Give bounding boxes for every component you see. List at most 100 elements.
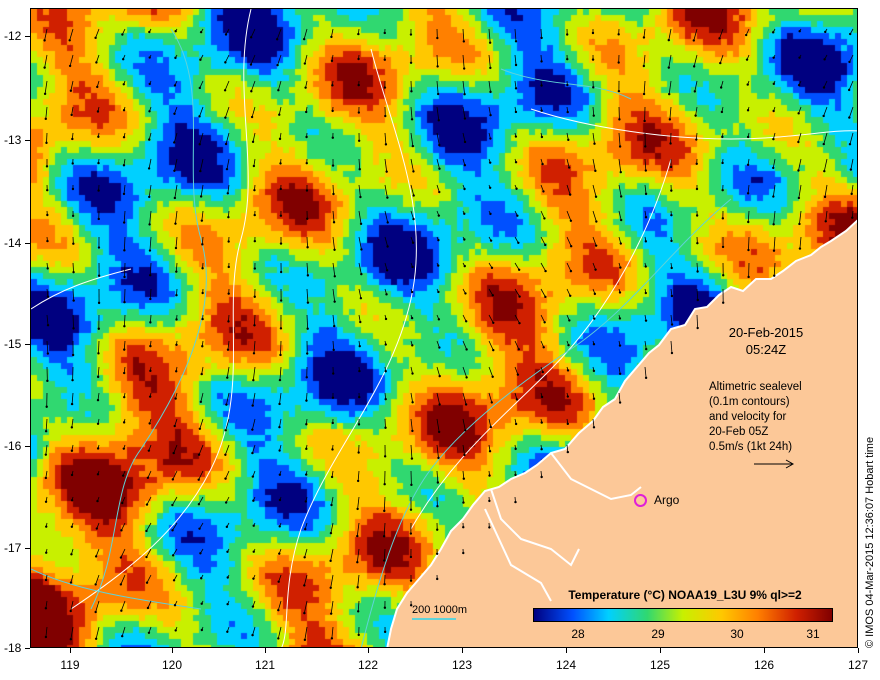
velocity-arrow-head: [437, 214, 441, 217]
velocity-arrow-head: [824, 220, 827, 223]
velocity-arrow: [436, 444, 439, 458]
velocity-arrow-head: [356, 586, 359, 589]
velocity-arrow-head: [668, 92, 671, 96]
velocity-arrow-head: [569, 219, 573, 222]
velocity-arrow-head: [848, 143, 852, 146]
velocity-arrow: [120, 600, 126, 611]
velocity-scale-arrow-icon: [754, 459, 795, 469]
velocity-arrow: [540, 314, 546, 323]
velocity-arrow-head: [175, 370, 178, 373]
velocity-arrow-head: [171, 503, 174, 507]
velocity-arrow-head: [97, 189, 100, 192]
velocity-arrow-head: [619, 242, 623, 245]
velocity-arrow-head: [591, 31, 595, 35]
velocity-arrow: [252, 444, 256, 454]
velocity-arrow: [384, 132, 387, 145]
velocity-arrow-head: [331, 136, 335, 139]
velocity-arrow-head: [721, 245, 725, 249]
velocity-arrow: [462, 132, 466, 143]
velocity-arrow: [252, 626, 256, 636]
velocity-arrow-head: [823, 169, 826, 173]
velocity-arrow-head: [224, 61, 227, 64]
velocity-arrow-head: [544, 269, 547, 273]
velocity-arrow-head: [514, 500, 517, 504]
velocity-arrow: [331, 626, 334, 639]
velocity-arrow-head: [594, 244, 598, 247]
velocity-arrow-head: [592, 114, 595, 117]
velocity-arrow-head: [517, 348, 521, 351]
velocity-arrow-head: [276, 63, 279, 67]
velocity-arrow-head: [279, 162, 282, 165]
velocity-arrow: [848, 106, 854, 118]
velocity-arrow-head: [277, 580, 280, 583]
velocity-arrow-head: [410, 316, 414, 320]
velocity-arrow-head: [198, 427, 202, 431]
velocity-arrow: [198, 496, 204, 505]
velocity-arrow-head: [823, 195, 827, 199]
velocity-arrow-head: [71, 353, 75, 357]
velocity-arrow-head: [695, 187, 699, 191]
velocity-arrow-head: [149, 297, 152, 301]
velocity-arrow: [462, 392, 467, 405]
velocity-arrow: [69, 28, 74, 41]
y-tick-label: -14: [4, 236, 22, 250]
velocity-arrow-head: [593, 292, 597, 296]
velocity-arrow: [250, 28, 256, 38]
velocity-arrow-head: [463, 212, 466, 215]
velocity-arrow: [488, 28, 491, 43]
velocity-arrow: [436, 392, 441, 405]
velocity-arrow-head: [383, 455, 387, 458]
velocity-arrow-head: [200, 628, 204, 632]
velocity-arrow-head: [148, 395, 152, 398]
velocity-arrow-head: [543, 217, 546, 220]
velocity-arrow: [330, 548, 334, 561]
velocity-arrow: [71, 392, 74, 405]
velocity-arrow-head: [94, 36, 97, 40]
velocity-arrow-head: [437, 264, 440, 267]
velocity-arrow-head: [306, 246, 309, 249]
velocity-arrow: [331, 496, 334, 506]
y-tick-mark: [25, 140, 30, 141]
velocity-arrow-head: [97, 217, 100, 221]
velocity-arrow-head: [356, 507, 359, 511]
velocity-arrow-head: [489, 66, 492, 70]
velocity-arrow: [95, 574, 100, 585]
velocity-arrow-head: [410, 118, 414, 121]
velocity-arrow-head: [70, 473, 74, 477]
velocity-arrow-head: [437, 318, 441, 321]
velocity-arrow: [70, 600, 74, 612]
velocity-arrow: [198, 470, 204, 480]
velocity-arrow-head: [438, 374, 441, 378]
velocity-arrow: [849, 132, 854, 145]
velocity-arrow-head: [224, 453, 227, 456]
velocity-arrow: [748, 236, 750, 251]
velocity-arrow-head: [488, 161, 492, 164]
x-tick-label: 126: [753, 658, 775, 672]
velocity-arrow: [848, 80, 854, 91]
velocity-arrow: [226, 392, 230, 405]
velocity-arrow-head: [696, 270, 699, 273]
velocity-arrow-head: [491, 375, 494, 378]
velocity-arrow-head: [695, 214, 699, 217]
velocity-arrow-head: [148, 30, 151, 34]
velocity-arrow: [175, 236, 178, 249]
velocity-arrow-head: [70, 553, 73, 556]
velocity-arrow-head: [120, 634, 124, 638]
velocity-arrow-head: [148, 422, 151, 425]
argo-float-marker[interactable]: [634, 494, 647, 507]
velocity-arrow: [303, 574, 308, 586]
velocity-arrow-head: [44, 635, 48, 639]
velocity-arrow-head: [436, 36, 439, 40]
velocity-arrow: [69, 54, 74, 67]
velocity-arrow-head: [96, 375, 100, 379]
velocity-arrow-head: [275, 38, 279, 41]
y-tick-label: -16: [4, 439, 22, 453]
velocity-arrow: [173, 444, 178, 454]
velocity-arrow: [773, 262, 776, 276]
velocity-arrow-head: [618, 118, 621, 121]
velocity-arrow-head: [437, 456, 440, 460]
velocity-arrow: [44, 80, 48, 94]
velocity-arrow: [146, 496, 152, 505]
velocity-arrow-head: [277, 89, 280, 92]
velocity-arrow-head: [797, 196, 801, 200]
